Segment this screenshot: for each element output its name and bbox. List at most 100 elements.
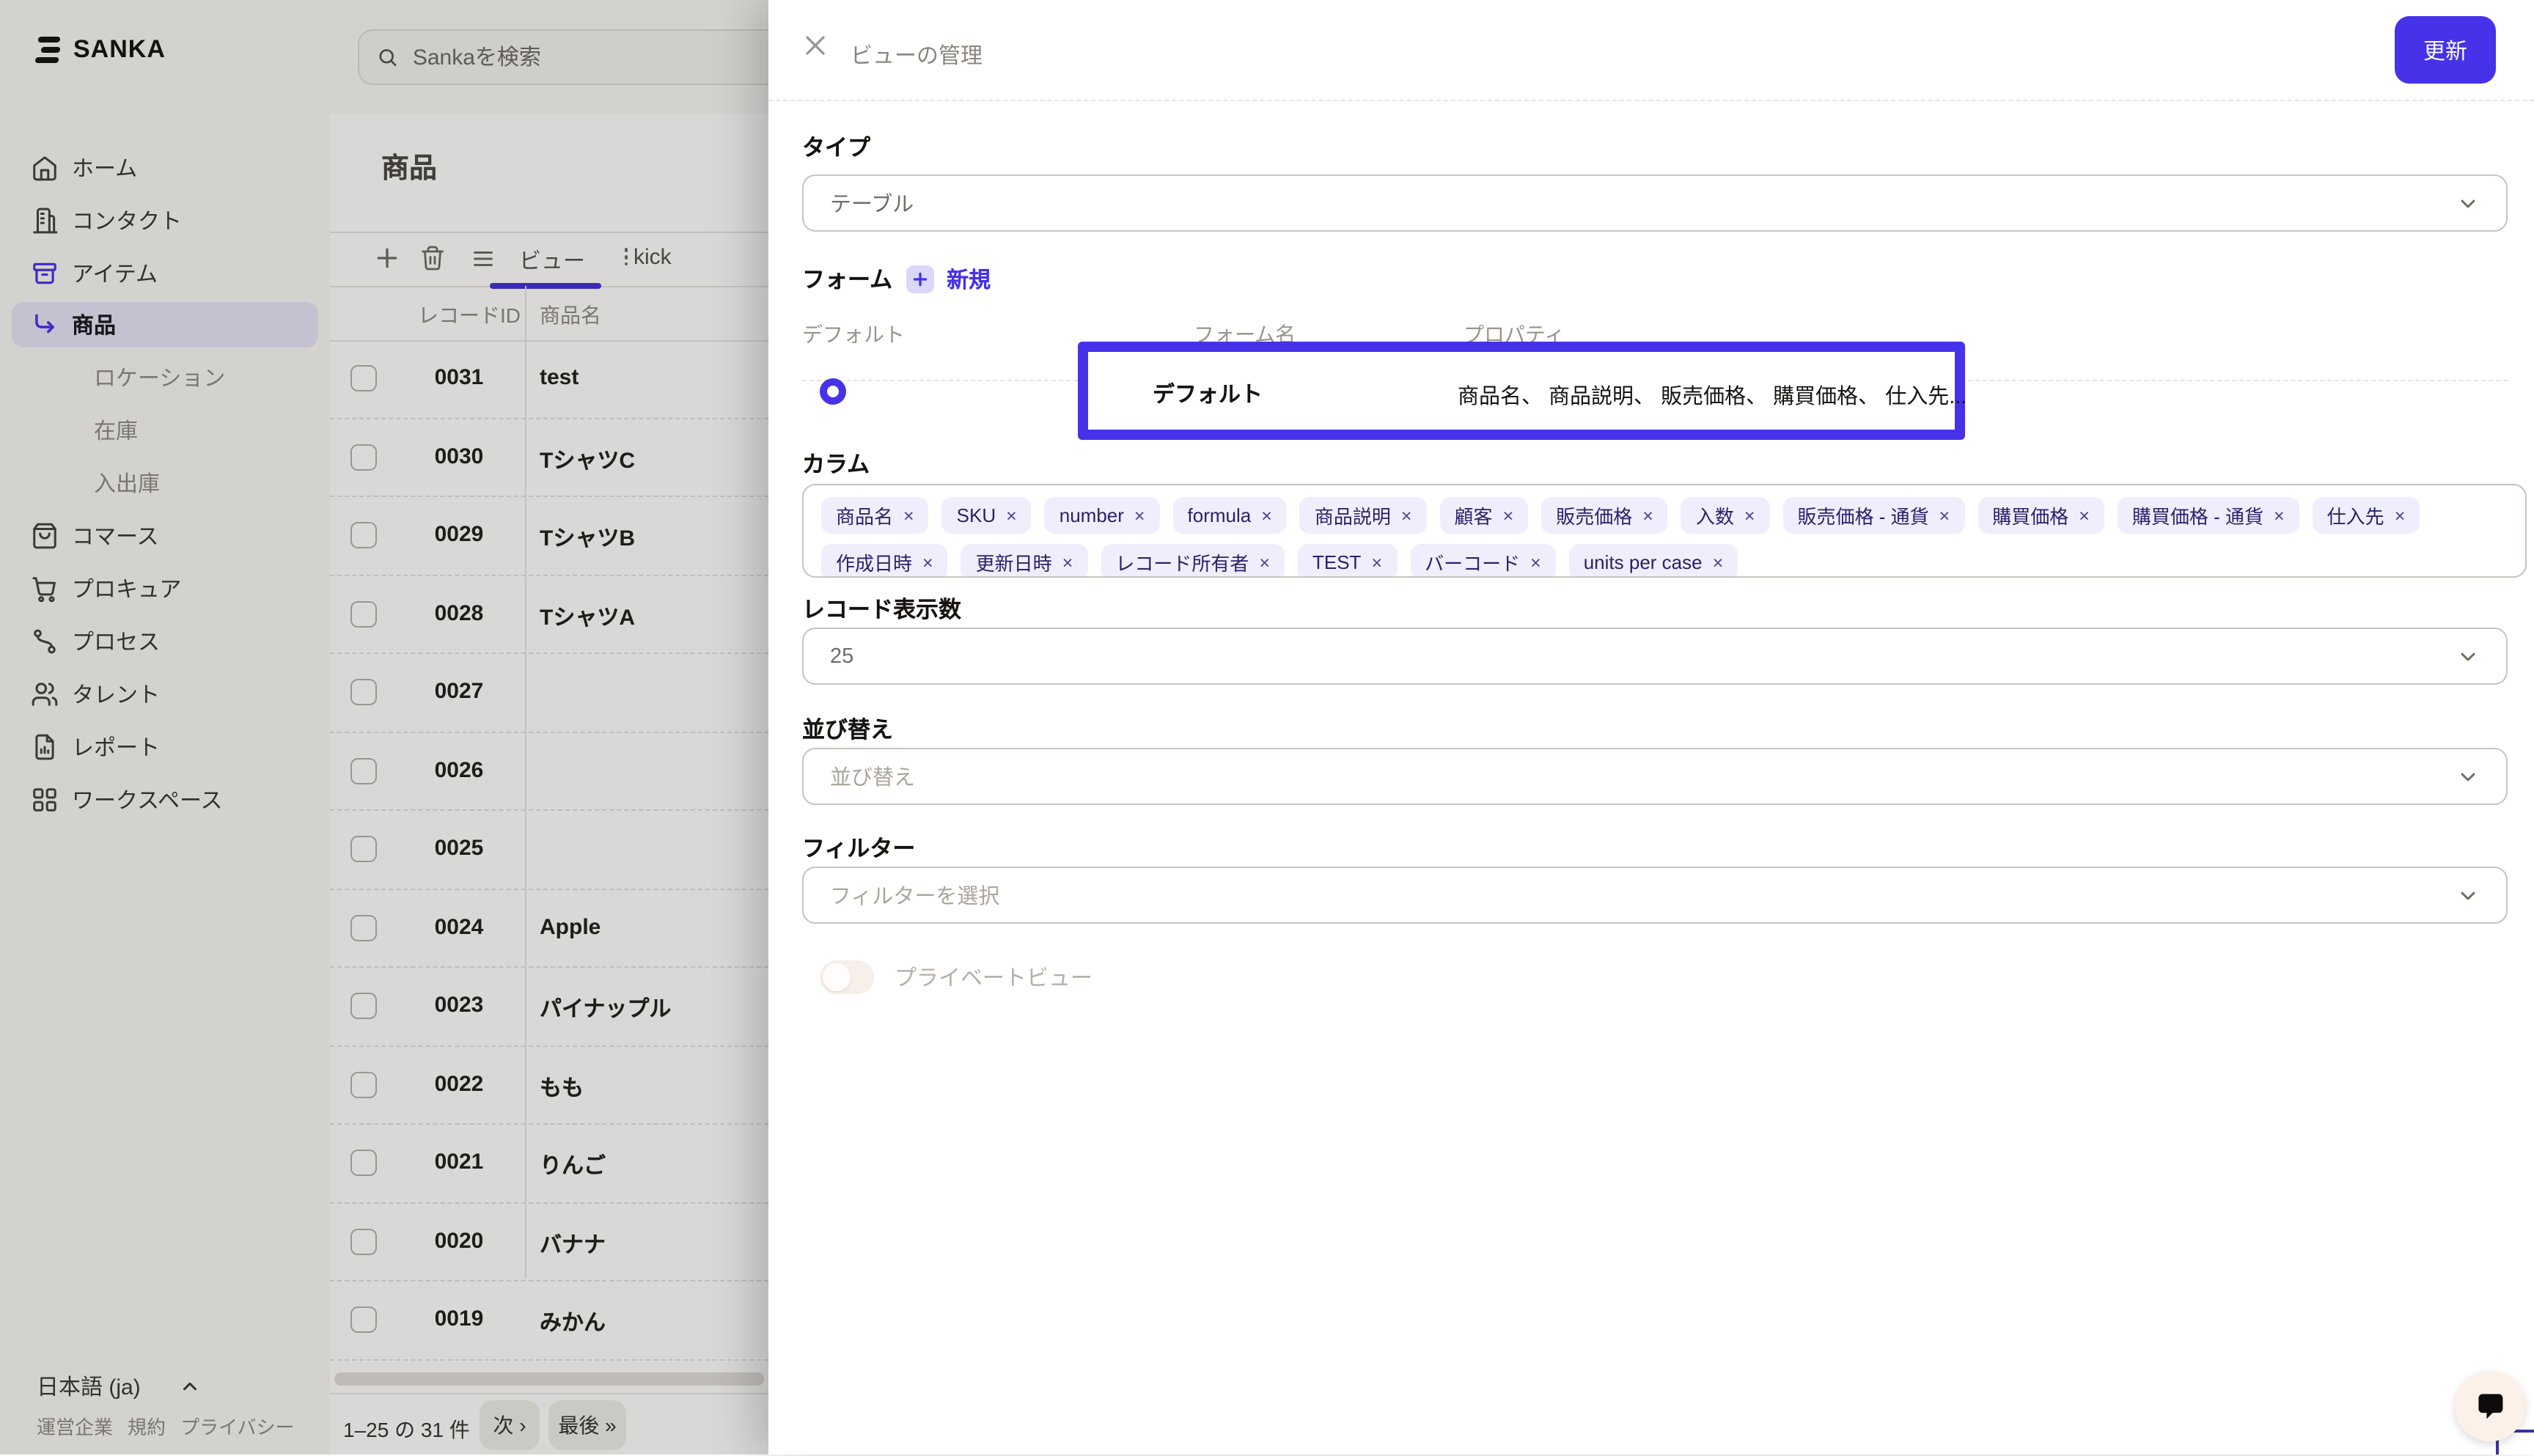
sidebar-item-contacts[interactable]: コンタクト: [0, 194, 330, 246]
row-checkbox[interactable]: [350, 993, 377, 1019]
tag-remove-icon[interactable]: ×: [922, 552, 933, 573]
sort-select[interactable]: 並び替え: [802, 748, 2508, 805]
chat-button[interactable]: [2455, 1371, 2525, 1441]
column-tag[interactable]: バーコード ×: [1410, 544, 1556, 578]
sidebar-item-talent[interactable]: タレント: [0, 667, 330, 720]
columns-tag-box[interactable]: 商品名 × SKU × number × formula ×: [802, 484, 2527, 578]
add-form-icon[interactable]: [906, 265, 933, 293]
column-tag[interactable]: レコード所有者 ×: [1101, 544, 1285, 578]
tag-remove-icon[interactable]: ×: [1261, 505, 1272, 526]
table-row[interactable]: 0027: [330, 654, 768, 732]
table-row[interactable]: 0026: [330, 732, 768, 811]
column-tag[interactable]: SKU ×: [942, 497, 1032, 534]
column-tag[interactable]: 仕入先 ×: [2313, 497, 2420, 534]
table-row[interactable]: 0030 TシャツC: [330, 419, 768, 497]
row-checkbox[interactable]: [350, 757, 377, 784]
sidebar-item-products[interactable]: 商品: [12, 302, 318, 348]
tab-view[interactable]: ビュー: [519, 245, 585, 276]
row-checkbox[interactable]: [350, 1306, 377, 1333]
column-tag[interactable]: 商品名 ×: [821, 497, 929, 534]
page-size-select[interactable]: 25: [802, 628, 2508, 685]
sidebar-item-process[interactable]: プロセス: [0, 614, 330, 667]
row-checkbox[interactable]: [350, 365, 377, 391]
tag-remove-icon[interactable]: ×: [1744, 505, 1755, 526]
row-checkbox[interactable]: [350, 1228, 377, 1254]
tag-remove-icon[interactable]: ×: [2079, 505, 2090, 526]
tag-remove-icon[interactable]: ×: [1503, 505, 1514, 526]
row-checkbox[interactable]: [350, 914, 377, 941]
search-input[interactable]: [410, 43, 767, 71]
sidebar-item-inventory[interactable]: 在庫: [0, 403, 330, 456]
column-tag[interactable]: 顧客 ×: [1440, 497, 1529, 534]
column-tag[interactable]: 購買価格 ×: [1977, 497, 2104, 534]
row-checkbox[interactable]: [350, 522, 377, 548]
new-form-link[interactable]: 新規: [947, 263, 991, 294]
column-tag[interactable]: 更新日時 ×: [961, 544, 1088, 578]
column-tag[interactable]: formula ×: [1173, 497, 1287, 534]
tag-remove-icon[interactable]: ×: [1371, 552, 1382, 573]
default-form-radio[interactable]: [820, 378, 846, 405]
sidebar-item-workspace[interactable]: ワークスペース: [0, 773, 330, 826]
filter-select[interactable]: フィルターを選択: [802, 867, 2508, 924]
row-checkbox[interactable]: [350, 1071, 377, 1097]
table-row[interactable]: 0019 みかん: [330, 1282, 768, 1360]
selected-form-row[interactable]: デフォルト 商品名、 商品説明、 販売価格、 購買価格、 仕入先...: [1078, 342, 1965, 440]
add-record-icon[interactable]: [372, 243, 402, 273]
table-row[interactable]: 0020 バナナ: [330, 1203, 768, 1282]
row-checkbox[interactable]: [350, 1150, 377, 1176]
global-search[interactable]: [358, 29, 786, 85]
column-tag[interactable]: 入数 ×: [1681, 497, 1770, 534]
tab-kick[interactable]: kick: [634, 245, 672, 270]
tag-remove-icon[interactable]: ×: [1006, 505, 1017, 526]
row-checkbox[interactable]: [350, 679, 377, 705]
footer-link-privacy[interactable]: プライバシー: [180, 1412, 295, 1440]
table-row[interactable]: 0023 パイナップル: [330, 968, 768, 1046]
language-selector[interactable]: 日本語 (ja): [37, 1371, 295, 1402]
column-tag[interactable]: 作成日時 ×: [821, 544, 948, 578]
sidebar-item-commerce[interactable]: コマース: [0, 509, 330, 562]
column-tag[interactable]: TEST ×: [1298, 544, 1397, 578]
tag-remove-icon[interactable]: ×: [1713, 552, 1724, 573]
column-tag[interactable]: 販売価格 ×: [1541, 497, 1668, 534]
type-select[interactable]: テーブル: [802, 174, 2508, 232]
table-row[interactable]: 0021 りんご: [330, 1125, 768, 1203]
close-icon[interactable]: [799, 29, 831, 62]
tag-remove-icon[interactable]: ×: [1530, 552, 1541, 573]
tag-remove-icon[interactable]: ×: [1642, 505, 1653, 526]
tag-remove-icon[interactable]: ×: [1259, 552, 1270, 573]
sidebar-item-home[interactable]: ホーム: [0, 141, 330, 194]
pagination-next-button[interactable]: 次 ›: [480, 1400, 540, 1450]
row-checkbox[interactable]: [350, 600, 377, 627]
tag-remove-icon[interactable]: ×: [1062, 552, 1073, 573]
sidebar-item-items[interactable]: アイテム: [0, 246, 330, 299]
column-tag[interactable]: 商品説明 ×: [1300, 497, 1427, 534]
sidebar-item-procure[interactable]: プロキュア: [0, 562, 330, 614]
table-row[interactable]: 0029 TシャツB: [330, 497, 768, 576]
trash-icon[interactable]: [419, 245, 446, 271]
column-tag[interactable]: number ×: [1045, 497, 1160, 534]
column-tag[interactable]: units per case ×: [1569, 544, 1738, 578]
tag-remove-icon[interactable]: ×: [1939, 505, 1950, 526]
row-checkbox[interactable]: [350, 444, 377, 470]
table-row[interactable]: 0025: [330, 811, 768, 889]
update-button[interactable]: 更新: [2395, 16, 2496, 84]
table-row[interactable]: 0031 test: [330, 340, 768, 419]
tag-remove-icon[interactable]: ×: [1134, 505, 1145, 526]
footer-link-terms[interactable]: 規約: [128, 1412, 166, 1440]
column-tag[interactable]: 販売価格 - 通貨 ×: [1783, 497, 1965, 534]
list-menu-icon[interactable]: [471, 246, 496, 271]
private-view-toggle[interactable]: [820, 960, 874, 994]
column-tag[interactable]: 購買価格 - 通貨 ×: [2118, 497, 2299, 534]
tag-remove-icon[interactable]: ×: [903, 505, 914, 526]
row-checkbox[interactable]: [350, 836, 377, 862]
tag-remove-icon[interactable]: ×: [2395, 505, 2406, 526]
horizontal-scrollbar[interactable]: [334, 1372, 764, 1386]
sidebar-item-reports[interactable]: レポート: [0, 720, 330, 773]
sidebar-item-locations[interactable]: ロケーション: [0, 350, 330, 403]
tag-remove-icon[interactable]: ×: [2274, 505, 2285, 526]
table-row[interactable]: 0028 TシャツA: [330, 576, 768, 654]
tag-remove-icon[interactable]: ×: [1401, 505, 1412, 526]
pagination-last-button[interactable]: 最後 »: [548, 1400, 626, 1450]
footer-link-company[interactable]: 運営企業: [37, 1412, 113, 1440]
sidebar-item-inout[interactable]: 入出庫: [0, 456, 330, 509]
